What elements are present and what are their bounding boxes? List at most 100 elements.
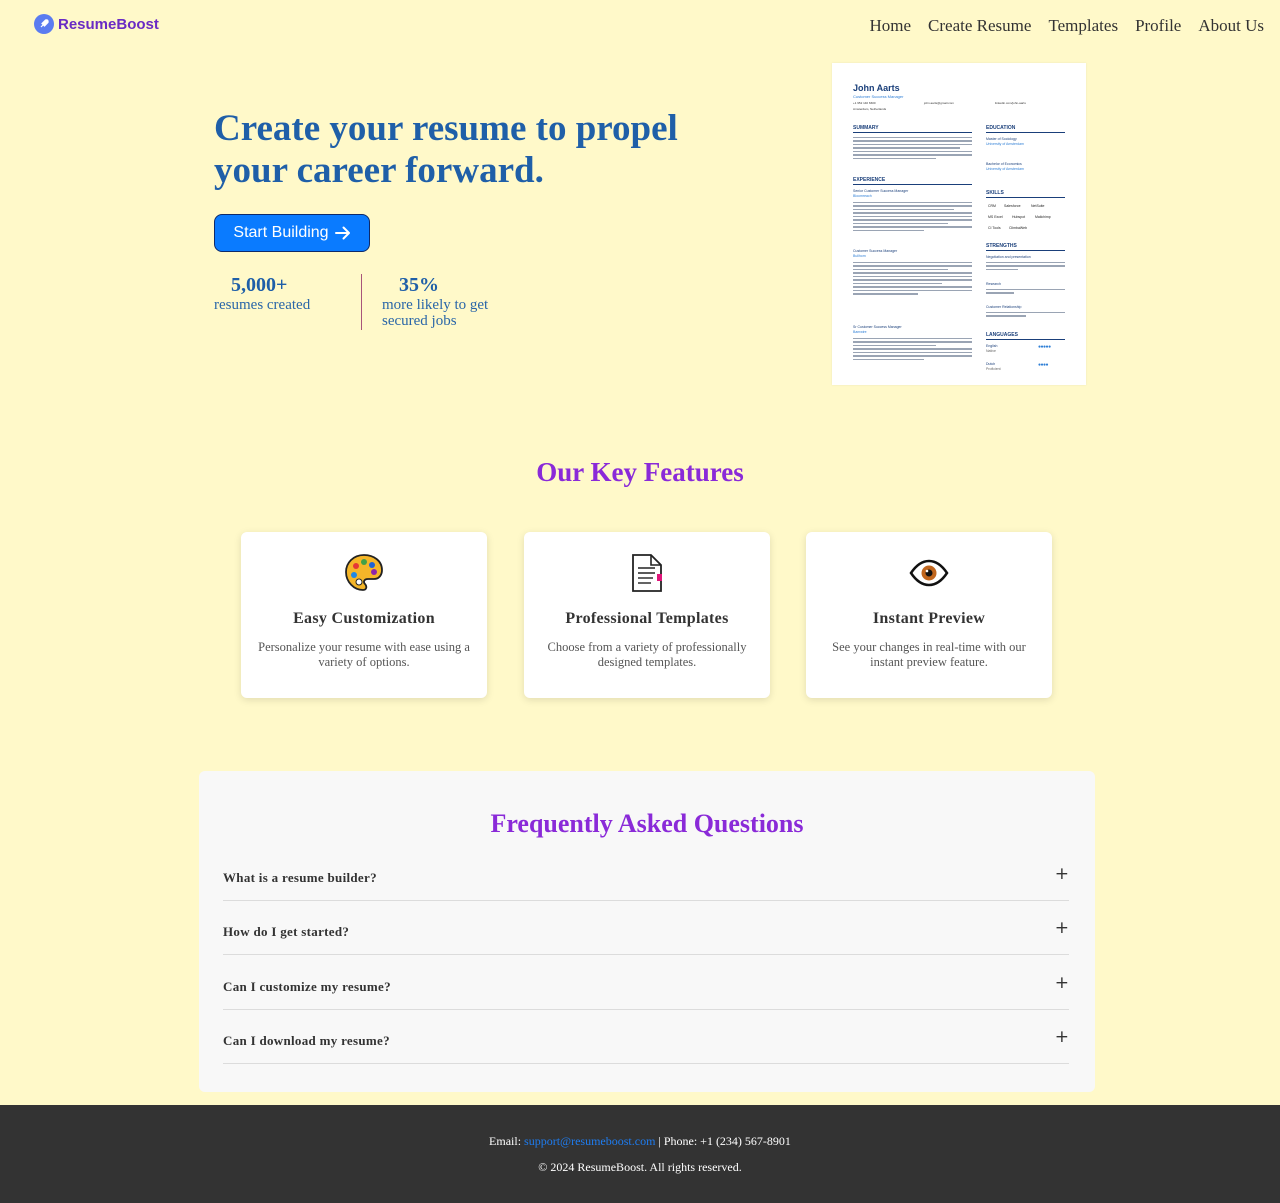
- faq-section: Frequently Asked Questions What is a res…: [199, 771, 1095, 1092]
- footer-phone: +1 (234) 567-8901: [700, 1134, 791, 1148]
- resume-preview-image: John Aarts Customer Success Manager +1 9…: [832, 63, 1086, 385]
- resume-strengths-heading: STRENGTHS: [986, 243, 1065, 251]
- resume-skill: Hubspot: [1012, 215, 1026, 219]
- rocket-icon: [34, 14, 54, 34]
- nav-home[interactable]: Home: [870, 16, 912, 36]
- resume-strength-text: [986, 289, 1065, 296]
- faq-title: Frequently Asked Questions: [490, 809, 804, 838]
- resume-role: Customer Success Manager: [853, 94, 904, 99]
- feature-description: Personalize your resume with ease using …: [258, 640, 470, 669]
- stat-value: 35%: [399, 274, 439, 296]
- resume-company: Bullhorn: [853, 254, 866, 258]
- resume-degree: Bachelor of Economics: [986, 162, 1022, 166]
- resume-job-title: Customer Success Manager: [853, 249, 898, 253]
- resume-name: John Aarts: [853, 83, 900, 93]
- resume-email: john.aarts@gmail.com: [924, 101, 954, 105]
- resume-skill: MS Excel: [988, 215, 1003, 219]
- brand-logo[interactable]: ResumeBoost: [34, 14, 159, 34]
- footer-contact: Email: support@resumeboost.com | Phone: …: [0, 1134, 1280, 1149]
- stat-value: 5,000+: [231, 274, 288, 296]
- hero-title: Create your resume to propel your career…: [214, 108, 774, 192]
- resume-languages-heading: LANGUAGES: [986, 332, 1065, 340]
- faq-question: How do I get started?: [223, 924, 350, 939]
- resume-phone: +1 952 140 6600: [853, 101, 876, 105]
- resume-skill: CI Tools: [988, 226, 1001, 230]
- stat-divider: [361, 274, 362, 330]
- feature-card-customization: Easy Customization Personalize your resu…: [241, 532, 487, 698]
- resume-skill: Salesforce: [1004, 204, 1021, 208]
- resume-skill: Mailchimp: [1035, 215, 1051, 219]
- nav-profile[interactable]: Profile: [1135, 16, 1181, 36]
- eye-icon: [806, 552, 1052, 596]
- resume-linkedin: linkedin.com/john-aarts: [995, 101, 1026, 105]
- feature-title: Instant Preview: [872, 610, 986, 627]
- resume-strength-text: [986, 262, 1065, 272]
- resume-job-bullets: [853, 202, 972, 233]
- resume-language: Dutch: [986, 362, 996, 366]
- nav-create-resume[interactable]: Create Resume: [928, 16, 1031, 36]
- feature-description: Choose from a variety of professionally …: [547, 640, 747, 669]
- resume-job-bullets: [853, 262, 972, 297]
- resume-job-title: Senior Customer Success Manager: [853, 189, 909, 193]
- stat-label-line2: secured jobs: [382, 313, 457, 329]
- faq-question: Can I customize my resume?: [223, 979, 391, 994]
- brand-name: ResumeBoost: [58, 15, 159, 33]
- arrow-right-icon: [334, 226, 350, 240]
- footer-email-label: Email:: [489, 1134, 522, 1148]
- nav-about-us[interactable]: About Us: [1198, 16, 1264, 36]
- resume-strength-text: [986, 312, 1065, 319]
- resume-strength: Research: [986, 282, 1001, 286]
- resume-location: Amsterdam, Netherlands: [853, 107, 887, 111]
- resume-degree: Master of Sociology: [986, 137, 1017, 141]
- resume-skill: NetSuite: [1031, 204, 1045, 208]
- start-building-button[interactable]: Start Building: [214, 214, 370, 252]
- faq-item[interactable]: What is a resume builder? +: [223, 847, 1069, 901]
- footer-phone-label: | Phone:: [658, 1134, 698, 1148]
- plus-icon[interactable]: +: [1055, 1027, 1069, 1047]
- rating-dots-icon: ●●●●: [1038, 362, 1049, 368]
- plus-icon[interactable]: +: [1055, 918, 1069, 938]
- faq-item[interactable]: Can I customize my resume? +: [223, 956, 1069, 1010]
- faq-item[interactable]: Can I download my resume? +: [223, 1010, 1069, 1064]
- document-icon: [524, 552, 770, 596]
- resume-company: Bamwire: [853, 330, 867, 334]
- feature-title: Professional Templates: [565, 610, 729, 627]
- resume-company: Bloomreach: [853, 194, 872, 198]
- resume-strength: Customer Relationship: [986, 305, 1022, 309]
- feature-title: Easy Customization: [293, 610, 435, 627]
- stat-jobs: 35% more likely to get secured jobs: [382, 274, 532, 329]
- footer-copyright: © 2024 ResumeBoost. All rights reserved.: [538, 1160, 742, 1174]
- stat-resumes: 5,000+ resumes created: [214, 274, 354, 313]
- resume-skill: CRM: [988, 204, 996, 208]
- resume-school: University of Amsterdam: [986, 142, 1024, 146]
- nav-links: Home Create Resume Templates Profile Abo…: [870, 16, 1265, 36]
- resume-education-heading: EDUCATION: [986, 125, 1065, 133]
- hero-title-line1: Create your resume to propel: [214, 108, 678, 149]
- resume-job-bullets: [853, 338, 972, 362]
- faq-item[interactable]: How do I get started? +: [223, 901, 1069, 955]
- plus-icon[interactable]: +: [1055, 864, 1069, 884]
- nav-templates[interactable]: Templates: [1048, 16, 1118, 36]
- resume-summary-heading: SUMMARY: [853, 125, 972, 133]
- feature-description: See your changes in real-time with our i…: [832, 640, 1026, 669]
- hero-title-line2: your career forward.: [214, 150, 544, 191]
- cta-label: Start Building: [233, 224, 329, 241]
- resume-school: University of Amsterdam: [986, 167, 1024, 171]
- resume-experience-heading: EXPERIENCE: [853, 177, 972, 185]
- resume-job-title: Sr Customer Success Manager: [853, 325, 902, 329]
- resume-skills-heading: SKILLS: [986, 190, 1065, 198]
- resume-strength: Negotiation and presentation: [986, 255, 1031, 259]
- faq-question: Can I download my resume?: [223, 1033, 390, 1048]
- footer-email-link[interactable]: support@resumeboost.com: [524, 1134, 655, 1148]
- resume-language-level: Native: [986, 349, 996, 353]
- plus-icon[interactable]: +: [1055, 973, 1069, 993]
- palette-icon: [241, 552, 487, 596]
- features-title: Our Key Features: [536, 457, 744, 487]
- stat-label: more likely to get: [382, 297, 489, 313]
- feature-card-templates: Professional Templates Choose from a var…: [524, 532, 770, 698]
- feature-card-preview: Instant Preview See your changes in real…: [806, 532, 1052, 698]
- top-navbar: ResumeBoost Home Create Resume Templates…: [0, 0, 1280, 52]
- faq-question: What is a resume builder?: [223, 870, 377, 885]
- resume-summary-text: [853, 137, 972, 161]
- stat-label: resumes created: [214, 297, 311, 313]
